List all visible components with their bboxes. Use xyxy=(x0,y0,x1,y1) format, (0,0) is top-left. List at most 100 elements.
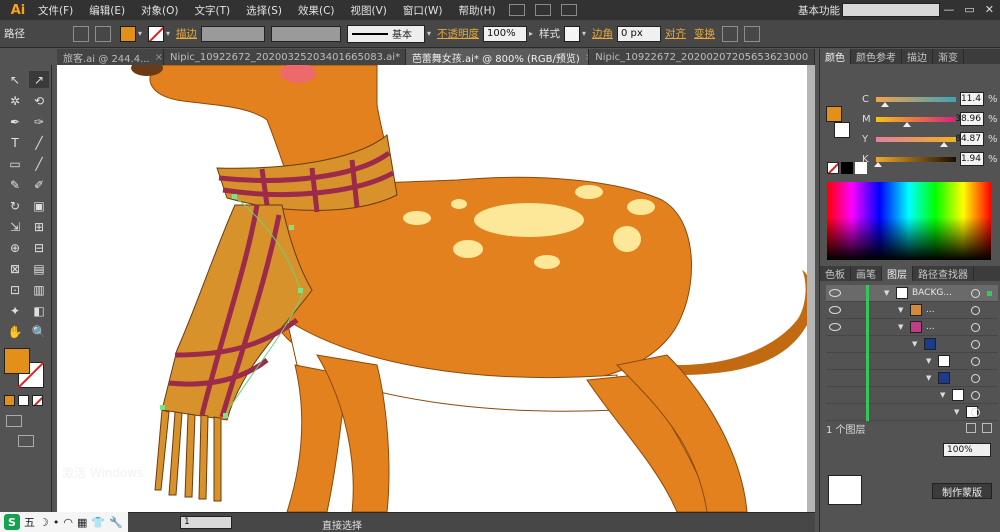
tool-button[interactable]: ↗ xyxy=(29,71,49,88)
document-tab[interactable]: Nipic_10922672_20200207205653623000 × xyxy=(589,49,815,65)
channel-value-input[interactable]: 38.96 xyxy=(955,112,984,126)
menu-item[interactable]: 效果(C) xyxy=(290,3,343,18)
chevron-right-icon[interactable]: ▸ xyxy=(527,26,535,42)
chevron-down-icon[interactable]: ▾ xyxy=(136,26,144,42)
tool-button[interactable]: ⊡ xyxy=(5,281,25,298)
opacity-label[interactable]: 不透明度 xyxy=(433,26,483,41)
channel-slider[interactable] xyxy=(873,156,956,167)
target-icon[interactable] xyxy=(971,407,980,417)
tool-button[interactable]: ✑ xyxy=(29,113,49,130)
eye-icon[interactable] xyxy=(829,391,841,399)
menu-item[interactable]: 窗口(W) xyxy=(395,3,451,18)
variable-width-profile[interactable] xyxy=(271,25,341,42)
tool-button[interactable]: ✋ xyxy=(5,323,25,340)
panel-tab[interactable]: 颜色 xyxy=(820,49,851,64)
transparency-opacity-input[interactable]: 100% xyxy=(943,443,991,457)
slider-knob[interactable] xyxy=(880,101,889,107)
brush-definition[interactable]: 基本 xyxy=(347,24,425,43)
chevron-down-icon[interactable]: ▾ xyxy=(425,26,433,42)
channel-slider[interactable] xyxy=(876,96,956,107)
opacity-input[interactable]: 100% xyxy=(483,25,527,42)
tool-button[interactable]: ▥ xyxy=(29,281,49,298)
ime-icon[interactable]: ☽ xyxy=(39,516,49,529)
tool-button[interactable]: ⊠ xyxy=(5,260,25,277)
tool-button[interactable]: ↖ xyxy=(5,71,25,88)
chevron-down-icon[interactable]: ▾ xyxy=(164,26,172,42)
menu-item[interactable]: 视图(V) xyxy=(343,3,395,18)
target-icon[interactable] xyxy=(971,305,980,315)
disclosure-triangle-icon[interactable]: ▼ xyxy=(912,340,917,348)
slider-knob[interactable] xyxy=(940,141,948,147)
ime-icon[interactable]: ◠ xyxy=(63,516,73,529)
stroke-swatch[interactable] xyxy=(148,25,164,42)
tool-button[interactable]: ⇲ xyxy=(5,218,25,235)
menu-item[interactable]: 文字(T) xyxy=(187,3,239,18)
ime-icon[interactable]: 👕 xyxy=(91,516,105,529)
slider-knob[interactable] xyxy=(873,161,882,167)
eye-icon[interactable] xyxy=(829,408,841,416)
tool-button[interactable]: ⊕ xyxy=(5,239,25,256)
menu-item[interactable]: 编辑(E) xyxy=(81,3,133,18)
tool-button[interactable]: ▭ xyxy=(5,155,25,172)
target-icon[interactable] xyxy=(971,288,980,298)
color-button[interactable] xyxy=(4,395,15,406)
tool-button[interactable]: ╱ xyxy=(29,134,49,151)
corner-input[interactable]: 0 px xyxy=(617,25,661,42)
panel-stroke-swatch[interactable] xyxy=(834,122,850,138)
mask-thumbnail[interactable] xyxy=(828,475,862,505)
eye-icon[interactable] xyxy=(829,306,841,314)
disclosure-triangle-icon[interactable]: ▼ xyxy=(898,306,903,314)
anchor-icon[interactable] xyxy=(95,25,111,42)
menu-item[interactable]: 对象(O) xyxy=(133,3,186,18)
disclosure-triangle-icon[interactable]: ▼ xyxy=(940,391,945,399)
close-icon[interactable]: × xyxy=(813,52,814,63)
fill-swatch[interactable] xyxy=(120,25,136,42)
slider-knob[interactable] xyxy=(903,121,912,127)
panel-tab[interactable]: 颜色参考 xyxy=(851,49,902,64)
new-layer-icon[interactable] xyxy=(966,423,976,433)
tool-button[interactable]: ⟲ xyxy=(29,92,49,109)
layer-name[interactable]: ... xyxy=(926,305,935,315)
none-button[interactable] xyxy=(32,395,43,406)
tool-button[interactable]: ✎ xyxy=(5,176,25,193)
eye-icon[interactable] xyxy=(829,323,841,331)
document-tab[interactable]: 旅客.ai @ 244.4... × xyxy=(57,49,164,65)
tool-button[interactable]: ◧ xyxy=(29,302,49,319)
ime-icon[interactable]: ▦ xyxy=(77,516,87,529)
target-icon[interactable] xyxy=(971,356,980,366)
panel-menu-icon[interactable] xyxy=(744,25,760,42)
close-icon[interactable]: ✕ xyxy=(985,3,994,16)
layer-row[interactable]: ▼ xyxy=(826,336,998,353)
white-swatch[interactable] xyxy=(855,162,867,174)
tool-button[interactable]: ▣ xyxy=(29,197,49,214)
panel-tab[interactable]: 渐变 xyxy=(933,49,964,64)
color-spectrum[interactable] xyxy=(827,182,991,260)
menu-item[interactable]: 帮助(H) xyxy=(451,3,504,18)
maximize-icon[interactable]: ▭ xyxy=(964,3,974,16)
document-tab[interactable]: 芭蕾舞女孩.ai* @ 800% (RGB/预览)× xyxy=(405,49,590,65)
bridge-icon[interactable] xyxy=(508,4,525,16)
vertical-scrollbar[interactable] xyxy=(807,65,815,512)
ime-logo-icon[interactable]: S xyxy=(4,514,20,530)
tool-button[interactable]: ⊟ xyxy=(29,239,49,256)
trash-icon[interactable] xyxy=(982,423,992,433)
layer-row[interactable]: ▼ BACKG... xyxy=(826,285,998,302)
ime-mode[interactable]: 五 xyxy=(24,514,35,530)
gradient-button[interactable] xyxy=(18,395,29,406)
layer-name[interactable]: BACKG... xyxy=(912,288,952,298)
panel-tab[interactable]: 色板 xyxy=(820,266,851,281)
layer-row[interactable]: ▼ xyxy=(826,370,998,387)
isolate-icon[interactable] xyxy=(73,25,89,42)
corner-label[interactable]: 边角 xyxy=(588,26,617,41)
panel-tab[interactable]: 路径查找器 xyxy=(913,266,974,281)
eye-icon[interactable] xyxy=(829,340,841,348)
page-navigator[interactable]: 1 xyxy=(180,516,232,529)
target-icon[interactable] xyxy=(971,339,980,349)
target-icon[interactable] xyxy=(971,390,980,400)
screen-mode-icon[interactable] xyxy=(18,435,34,447)
layer-row[interactable]: ▼ xyxy=(826,387,998,404)
eye-icon[interactable] xyxy=(829,357,841,365)
artboard-canvas[interactable] xyxy=(57,65,807,512)
tool-button[interactable]: T xyxy=(5,134,25,151)
eye-icon[interactable] xyxy=(829,374,841,382)
